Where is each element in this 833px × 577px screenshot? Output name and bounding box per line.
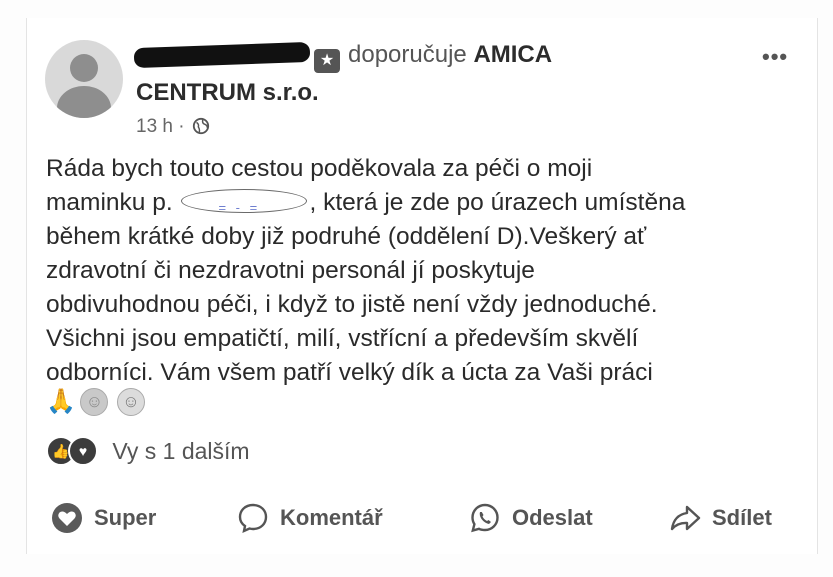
heart-icon	[52, 503, 82, 533]
avatar-head	[70, 54, 98, 82]
post-emojis: 🙏 ☺ ☺	[46, 388, 149, 418]
post-text-line: odborníci. Vám všem patří velký dík a úc…	[46, 359, 653, 386]
love-icon: ♥	[68, 436, 98, 466]
reaction-count-label: Vy s 1 dalším	[112, 437, 250, 464]
share-button[interactable]: Sdílet	[668, 500, 772, 536]
share-arrow-icon	[670, 505, 701, 531]
smiling-face-icon: ☺	[80, 388, 109, 416]
comment-button[interactable]: Komentář	[236, 500, 383, 536]
post-text-line: obdivuhodnou péči, i když to jistě není …	[46, 291, 658, 318]
avatar[interactable]	[45, 40, 123, 118]
page-name[interactable]: AMICA	[473, 41, 552, 68]
post-text-line: zdravotní či nezdravotni personál jí pos…	[46, 257, 535, 284]
post-text-line: Ráda bych touto cestou poděkovala za péč…	[46, 155, 593, 182]
smiling-face-icon: ☺	[116, 388, 145, 416]
post-text-line: během krátké doby již podruhé (oddělení …	[46, 223, 647, 250]
send-button[interactable]: Odeslat	[468, 500, 593, 536]
avatar-body	[57, 86, 111, 118]
author-name[interactable]	[133, 40, 311, 70]
post-text-line: Všichni jsou empatičtí, milí, vstřícní a…	[46, 325, 639, 352]
like-button[interactable]: Super	[50, 500, 156, 536]
globe-icon	[192, 117, 209, 135]
redacted-name	[181, 189, 308, 225]
post-body: Ráda bych touto cestou poděkovala za péč…	[46, 152, 806, 390]
share-button-label: Sdílet	[712, 505, 772, 530]
post-meta: 13 h ·	[136, 116, 210, 138]
reaction-summary[interactable]: 👍 ♥ Vy s 1 dalším	[46, 436, 250, 466]
comment-icon	[238, 503, 268, 534]
send-button-label: Odeslat	[512, 505, 593, 530]
timestamp[interactable]: 13 h ·	[136, 116, 185, 137]
post-text-line: maminku p. , která je zde po úrazech umí…	[46, 186, 806, 225]
action-text: doporučuje	[348, 41, 467, 68]
post-header: ★ doporučuje AMICA	[133, 40, 552, 73]
whatsapp-icon	[471, 503, 499, 533]
like-button-label: Super	[94, 505, 157, 530]
redaction-mark	[133, 41, 311, 69]
more-options-button[interactable]: •••	[762, 44, 788, 70]
action-bar: Super Komentář Odeslat Sdílet	[46, 500, 796, 536]
comment-button-label: Komentář	[280, 505, 383, 530]
praying-hands-icon: 🙏	[46, 388, 76, 415]
page-name-continued[interactable]: CENTRUM s.r.o.	[136, 78, 319, 108]
recommendation-star-icon: ★	[314, 49, 340, 73]
